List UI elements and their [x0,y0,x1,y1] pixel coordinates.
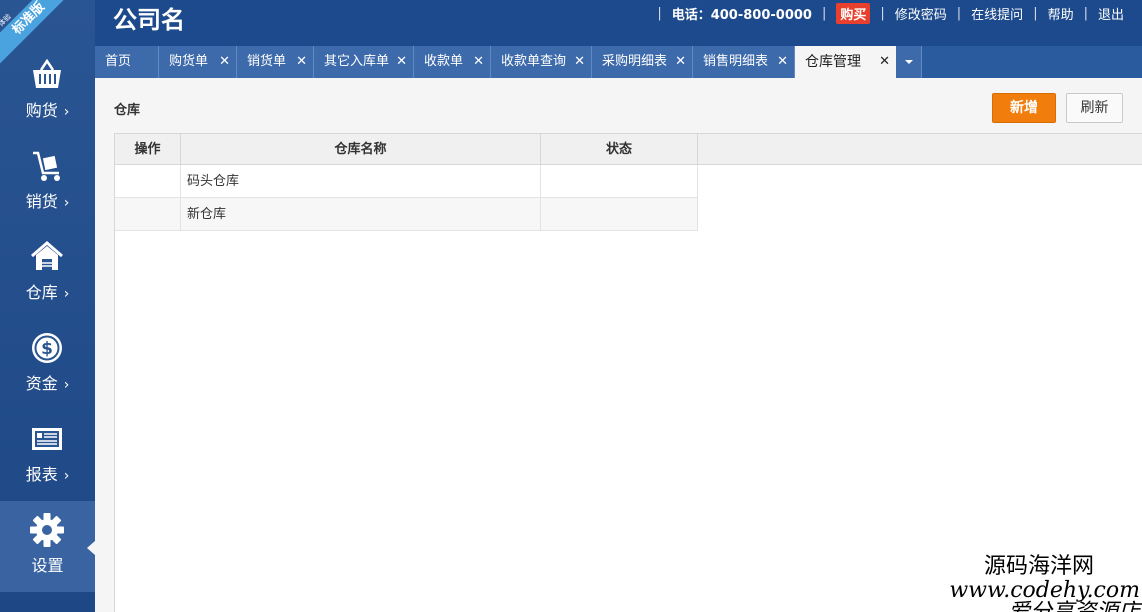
sidebar-item-label: 销货 [25,192,58,211]
table-row[interactable]: 码头仓库 [115,165,698,198]
company-name: 公司名 [113,6,185,34]
watermark-line-1: 源码海洋网 [983,554,1094,579]
watermark-line-2: www.codehy.com [949,578,1140,603]
tab-purchase-detail[interactable]: 采购明细表 ✕ [592,46,693,78]
tab-more-dropdown[interactable] [896,46,922,78]
sidebar-item-label: 购货 [25,101,58,120]
close-icon[interactable]: ✕ [219,46,230,78]
tab-label: 销售明细表 [703,54,769,69]
online-help-link[interactable]: 在线提问 [971,4,1023,23]
sidebar-item-reports[interactable]: 报表 › [0,410,95,501]
tab-receipt[interactable]: 收款单 ✕ [414,46,491,78]
table-header: 操作 仓库名称 状态 [115,134,1142,165]
report-icon [32,428,62,450]
separator: | [821,5,827,21]
sidebar-nav: 购货 › 销货 › 仓库 › $ 资金 › 报表 › 设置 [0,46,95,592]
cell-warehouse-name: 新仓库 [181,198,541,231]
chevron-right-icon: › [63,377,70,393]
caret-down-icon [904,60,913,64]
warehouse-icon [31,241,63,270]
separator: | [1083,5,1088,21]
warehouse-table: 操作 仓库名称 状态 码头仓库 新仓库 [114,133,1142,612]
sidebar-item-label: 设置 [31,556,64,575]
close-icon[interactable]: ✕ [396,46,407,78]
sidebar-item-warehouse[interactable]: 仓库 › [0,228,95,319]
tab-sales-detail[interactable]: 销售明细表 ✕ [693,46,795,78]
close-icon[interactable]: ✕ [473,46,484,78]
close-icon[interactable]: ✕ [879,46,890,78]
phone-number: 电话：400-800-0000 [671,7,812,23]
sidebar: 体验 标准版 购货 › 销货 › 仓库 › $ 资金 › 报表 › 设置 [0,0,95,612]
table-row[interactable]: 新仓库 [115,198,698,231]
top-links: | 电话：400-800-0000 | 购买 | 修改密码 | 在线提问 | 帮… [647,2,1124,24]
buy-button[interactable]: 购买 [836,2,871,24]
close-icon[interactable]: ✕ [574,46,585,78]
sidebar-item-purchase[interactable]: 购货 › [0,46,95,137]
close-icon[interactable]: ✕ [675,46,686,78]
separator: | [657,5,662,21]
separator: | [1033,5,1038,21]
svg-text:$: $ [41,339,53,359]
page-title: 仓库 [114,103,141,118]
logout-link[interactable]: 退出 [1098,4,1124,23]
tab-home[interactable]: 首页 [95,46,159,78]
top-header: 公司名 | 电话：400-800-0000 | 购买 | 修改密码 | 在线提问… [95,0,1142,46]
change-password-link[interactable]: 修改密码 [895,4,947,23]
tab-label: 收款单查询 [501,54,567,69]
column-header-name[interactable]: 仓库名称 [181,134,541,165]
tab-label: 购货单 [169,54,209,69]
watermark-line-3: 爱分享资源店 [930,602,1140,612]
close-icon[interactable]: ✕ [777,46,788,78]
tab-sales-order[interactable]: 销货单 ✕ [237,46,314,78]
dollar-icon: $ [32,333,62,363]
chevron-right-icon: › [63,195,70,211]
tab-label: 采购明细表 [602,54,668,69]
tab-purchase-order[interactable]: 购货单 ✕ [159,46,237,78]
edition-label: 标准版 [9,0,48,38]
column-header-status[interactable]: 状态 [541,134,698,165]
separator: | [956,5,962,21]
tab-bar: 首页 购货单 ✕ 销货单 ✕ 其它入库单 ✕ 收款单 ✕ 收款单查询 ✕ 采购明… [95,46,1142,78]
chevron-right-icon: › [63,468,70,484]
sidebar-item-label: 报表 [25,465,58,484]
cell-status [541,165,698,198]
close-icon[interactable]: ✕ [296,46,307,78]
tab-label: 首页 [105,54,132,69]
watermark: 源码海洋网 www.codehy.com 爱分享资源店 [930,554,1140,612]
basket-icon [33,58,61,88]
cell-warehouse-name: 码头仓库 [181,165,541,198]
cell-action[interactable] [115,165,181,198]
sidebar-item-sales[interactable]: 销货 › [0,137,95,228]
sidebar-item-label: 资金 [25,374,58,393]
tab-receipt-query[interactable]: 收款单查询 ✕ [491,46,592,78]
gear-icon [30,513,64,547]
main-content: 仓库 新增 刷新 操作 仓库名称 状态 码头仓库 新仓库 源码海洋网 www.c… [95,78,1142,612]
chevron-right-icon: › [63,286,70,302]
tab-label: 收款单 [424,54,464,69]
add-button[interactable]: 新增 [992,93,1056,123]
separator: | [880,5,885,21]
tab-label: 销货单 [247,54,287,69]
sidebar-item-label: 仓库 [25,283,58,302]
column-header-action[interactable]: 操作 [115,134,181,165]
sidebar-item-funds[interactable]: $ 资金 › [0,319,95,410]
refresh-button[interactable]: 刷新 [1066,93,1123,123]
tab-warehouse-management[interactable]: 仓库管理 ✕ [795,46,896,78]
cell-action[interactable] [115,198,181,231]
cell-status [541,198,698,231]
tab-label: 仓库管理 [805,54,861,70]
chevron-right-icon: › [63,104,70,120]
help-link[interactable]: 帮助 [1048,4,1074,23]
cart-icon [33,151,60,181]
tab-label: 其它入库单 [324,54,390,69]
sidebar-item-settings[interactable]: 设置 [0,501,95,592]
tab-other-inbound[interactable]: 其它入库单 ✕ [314,46,414,78]
